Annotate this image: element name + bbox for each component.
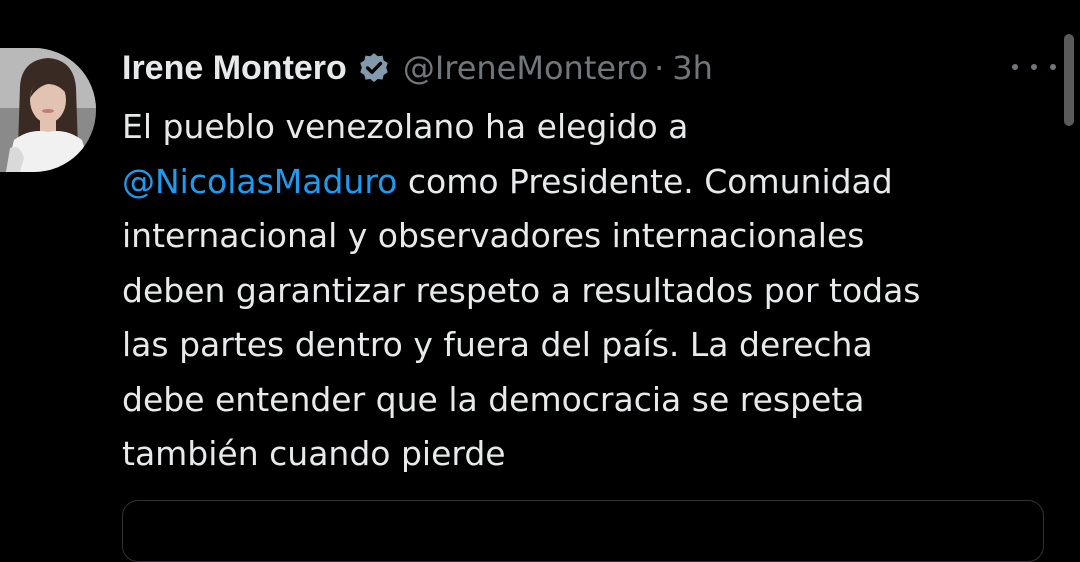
mention-link[interactable]: @NicolasMaduro [122,162,397,201]
tweet-line: deben garantizar respeto a resultados po… [122,270,921,310]
tweet-line: también cuando pierde [122,434,506,473]
timestamp[interactable]: 3h [672,49,713,87]
tweet-line: internacional y observadores internacion… [122,216,865,255]
author-display-name[interactable]: Irene Montero [122,49,347,88]
avatar[interactable] [0,48,96,172]
more-dot [1031,64,1037,70]
more-dot [1050,64,1056,70]
tweet-text: El pueblo venezolano ha elegido a @Nicol… [122,100,1042,482]
avatar-image [0,48,96,172]
tweet-line: @NicolasMaduro como Presidente. Comunida… [122,155,1042,210]
author-handle[interactable]: @IreneMontero [403,49,648,87]
more-dot [1012,64,1018,70]
tweet-line: El pueblo venezolano ha elegido a [122,107,689,146]
tweet-line: debe entender que la democracia se respe… [122,379,865,419]
separator-dot: · [654,49,665,87]
tweet-header: Irene Montero @IreneMontero · 3h [122,46,713,90]
tweet-line-text: como Presidente. Comunidad [397,161,893,201]
embedded-card[interactable] [122,500,1044,562]
tweet[interactable]: Irene Montero @IreneMontero · 3h El pueb… [0,0,1080,562]
tweet-line: las partes dentro y fuera del país. La d… [122,325,873,364]
verified-badge-icon[interactable] [357,51,391,85]
scrollbar-thumb[interactable] [1064,34,1074,126]
more-options-icon[interactable] [1012,60,1056,74]
